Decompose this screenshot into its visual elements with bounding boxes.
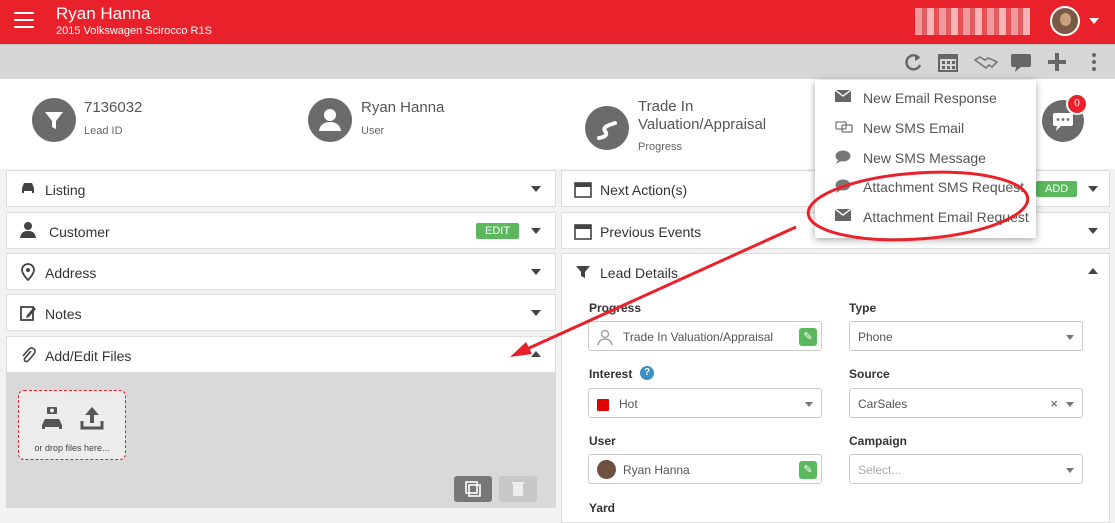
annotation-arrow-line xyxy=(526,225,797,351)
highlight-ellipse xyxy=(806,170,1030,242)
annotation-overlay xyxy=(510,170,1030,357)
arrow-head-icon xyxy=(510,342,532,357)
